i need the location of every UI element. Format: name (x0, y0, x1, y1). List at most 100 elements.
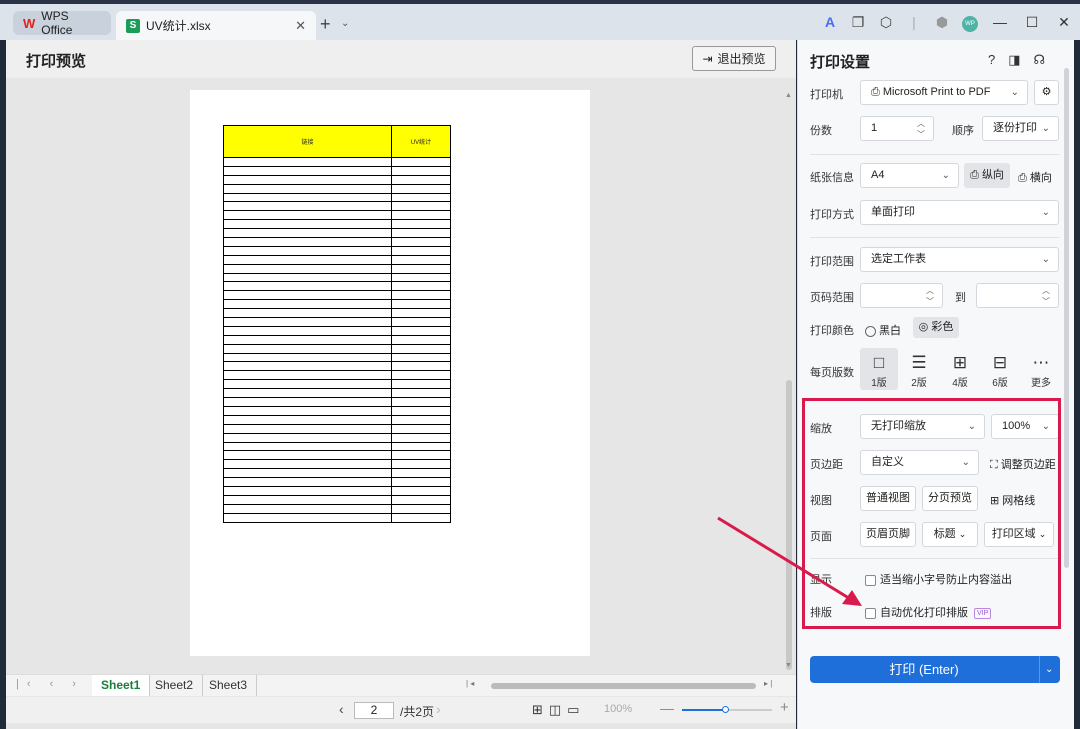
ai-icon[interactable]: A (817, 14, 843, 30)
layout-1-up[interactable]: □ 1版 (860, 348, 898, 390)
stepper-arrows-icon[interactable]: ︿ ﹀ (926, 285, 934, 307)
copies-stepper[interactable]: 1 ︿ ﹀ (860, 116, 934, 141)
table-cell (223, 370, 392, 381)
color-button[interactable]: ◎ 彩色 (913, 317, 959, 338)
chevron-down-icon: ⌄ (1041, 254, 1050, 265)
print-mode-select[interactable]: 单面打印 ⌄ (860, 200, 1059, 225)
bw-radio[interactable]: 黑白 (865, 322, 901, 338)
table-row (223, 219, 451, 230)
table-cell (391, 352, 451, 363)
settings-hex-icon[interactable]: ⬢ (929, 14, 955, 31)
table-cell (223, 512, 392, 523)
tab-close-icon[interactable]: ✕ (295, 18, 306, 34)
table-cell (223, 494, 392, 505)
hscroll-right-icon[interactable]: ▸ | (764, 679, 772, 688)
table-row (223, 317, 451, 327)
table-row (223, 192, 451, 203)
landscape-button[interactable]: ⎙ 横向 (1018, 169, 1052, 185)
stepper-arrows-icon[interactable]: ︿ ﹀ (1042, 285, 1050, 307)
table-row (223, 485, 451, 496)
page-range-from-input[interactable]: ︿ ﹀ (860, 283, 943, 308)
window-copy-icon[interactable]: ❐ (845, 14, 871, 31)
paper-size-select[interactable]: A4 ⌄ (860, 163, 959, 188)
table-cell (391, 165, 451, 176)
scroll-up-icon[interactable]: ▲ (785, 92, 792, 99)
headset-icon[interactable]: ☊ (1034, 52, 1059, 67)
table-cell (391, 459, 451, 470)
close-icon[interactable]: ✕ (1048, 14, 1080, 31)
print-button[interactable]: 打印 (Enter) ⌄ (810, 656, 1060, 683)
print-options-chevron-icon[interactable]: ⌄ (1045, 656, 1053, 683)
print-range-value: 选定工作表 (871, 253, 926, 265)
printer-settings-button[interactable]: ⚙ (1034, 80, 1059, 105)
tab-wps-label: WPS Office (41, 9, 73, 37)
tab-list-chevron-icon[interactable]: ⌄ (341, 18, 349, 29)
print-button-separator (1039, 656, 1040, 683)
scroll-down-icon[interactable]: ▼ (785, 662, 792, 669)
print-mode-label: 打印方式 (810, 209, 854, 221)
avatar[interactable]: WP (957, 12, 983, 32)
gear-icon: ⚙ (1041, 86, 1052, 98)
order-select[interactable]: 逐份打印 ⌄ (982, 116, 1059, 141)
table-cell (391, 299, 451, 310)
view-mode-icons[interactable]: ⊞◫▭ (532, 702, 585, 718)
sheet-tab-1[interactable]: Sheet1 (92, 675, 151, 696)
table-cell (223, 299, 392, 310)
sheet-tab-2[interactable]: Sheet2 (146, 675, 204, 696)
table-row (223, 308, 451, 319)
spreadsheet-icon: S (126, 18, 140, 33)
table-cell (223, 245, 392, 256)
horizontal-scrollbar[interactable] (491, 683, 756, 689)
divider (810, 154, 1060, 155)
table-cell (391, 228, 451, 239)
chevron-down-icon: ⌄ (1041, 207, 1050, 218)
table-cell (223, 210, 392, 221)
table-cell (223, 379, 392, 390)
prev-page-icon[interactable]: ‹ (339, 701, 344, 717)
layout-6-up[interactable]: ⊟ 6版 (981, 348, 1019, 390)
table-row (223, 459, 451, 470)
table-row (223, 370, 451, 381)
tab-uv-xlsx[interactable]: S UV统计.xlsx ✕ (116, 11, 316, 40)
maximize-icon[interactable]: ☐ (1016, 14, 1048, 31)
table-cell (223, 263, 392, 274)
table-cell (223, 317, 392, 327)
new-tab-icon[interactable]: + (320, 14, 331, 35)
table-row (223, 450, 451, 461)
minimize-icon[interactable]: — (984, 14, 1016, 30)
table-cell (223, 361, 392, 372)
table-cell (223, 477, 392, 487)
table-row (223, 254, 451, 265)
table-cell (223, 254, 392, 265)
page-number-input[interactable]: 2 (354, 702, 394, 719)
title-bar: W WPS Office S UV统计.xlsx ✕ + ⌄ A ❐ ⬡ | ⬢… (0, 4, 1080, 40)
exit-preview-button[interactable]: ⇥ 退出预览 (692, 46, 776, 71)
table-header-row: 链接 UV统计 (223, 125, 451, 158)
zoom-slider-handle[interactable] (722, 706, 729, 713)
stepper-arrows-icon[interactable]: ︿ ﹀ (917, 118, 925, 140)
page-range-to-input[interactable]: ︿ ﹀ (976, 283, 1059, 308)
cube-icon[interactable]: ⬡ (873, 14, 899, 31)
table-cell (391, 290, 451, 301)
table-row (223, 245, 451, 256)
layout-4-up[interactable]: ⊞ 4版 (941, 348, 979, 390)
print-range-select[interactable]: 选定工作表 ⌄ (860, 247, 1059, 272)
panel-scrollbar[interactable] (1064, 68, 1069, 568)
portrait-button[interactable]: ⎙ 纵向 (964, 163, 1010, 188)
vertical-scrollbar[interactable] (786, 380, 792, 670)
layout-2-up[interactable]: ☰ 2版 (900, 348, 938, 390)
layout-more[interactable]: ⋯ 更多 (1022, 348, 1060, 390)
next-page-icon[interactable]: › (436, 701, 441, 717)
panel-title: 打印设置 (810, 54, 871, 71)
hscroll-left-icon[interactable]: | ◂ (466, 679, 474, 688)
tab-wps-office[interactable]: W WPS Office (13, 9, 111, 37)
table-row (223, 281, 451, 292)
zoom-in-icon[interactable]: + (780, 699, 789, 716)
sheet-tab-3[interactable]: Sheet3 (200, 675, 258, 696)
panel-toggle-icon[interactable]: ◨ (1008, 52, 1033, 67)
zoom-out-icon[interactable]: — (660, 700, 674, 716)
table-row (223, 503, 451, 514)
printer-select[interactable]: ⎙ Microsoft Print to PDF ⌄ (860, 80, 1028, 105)
help-icon[interactable]: ? (988, 52, 1008, 67)
table-row (223, 334, 451, 345)
